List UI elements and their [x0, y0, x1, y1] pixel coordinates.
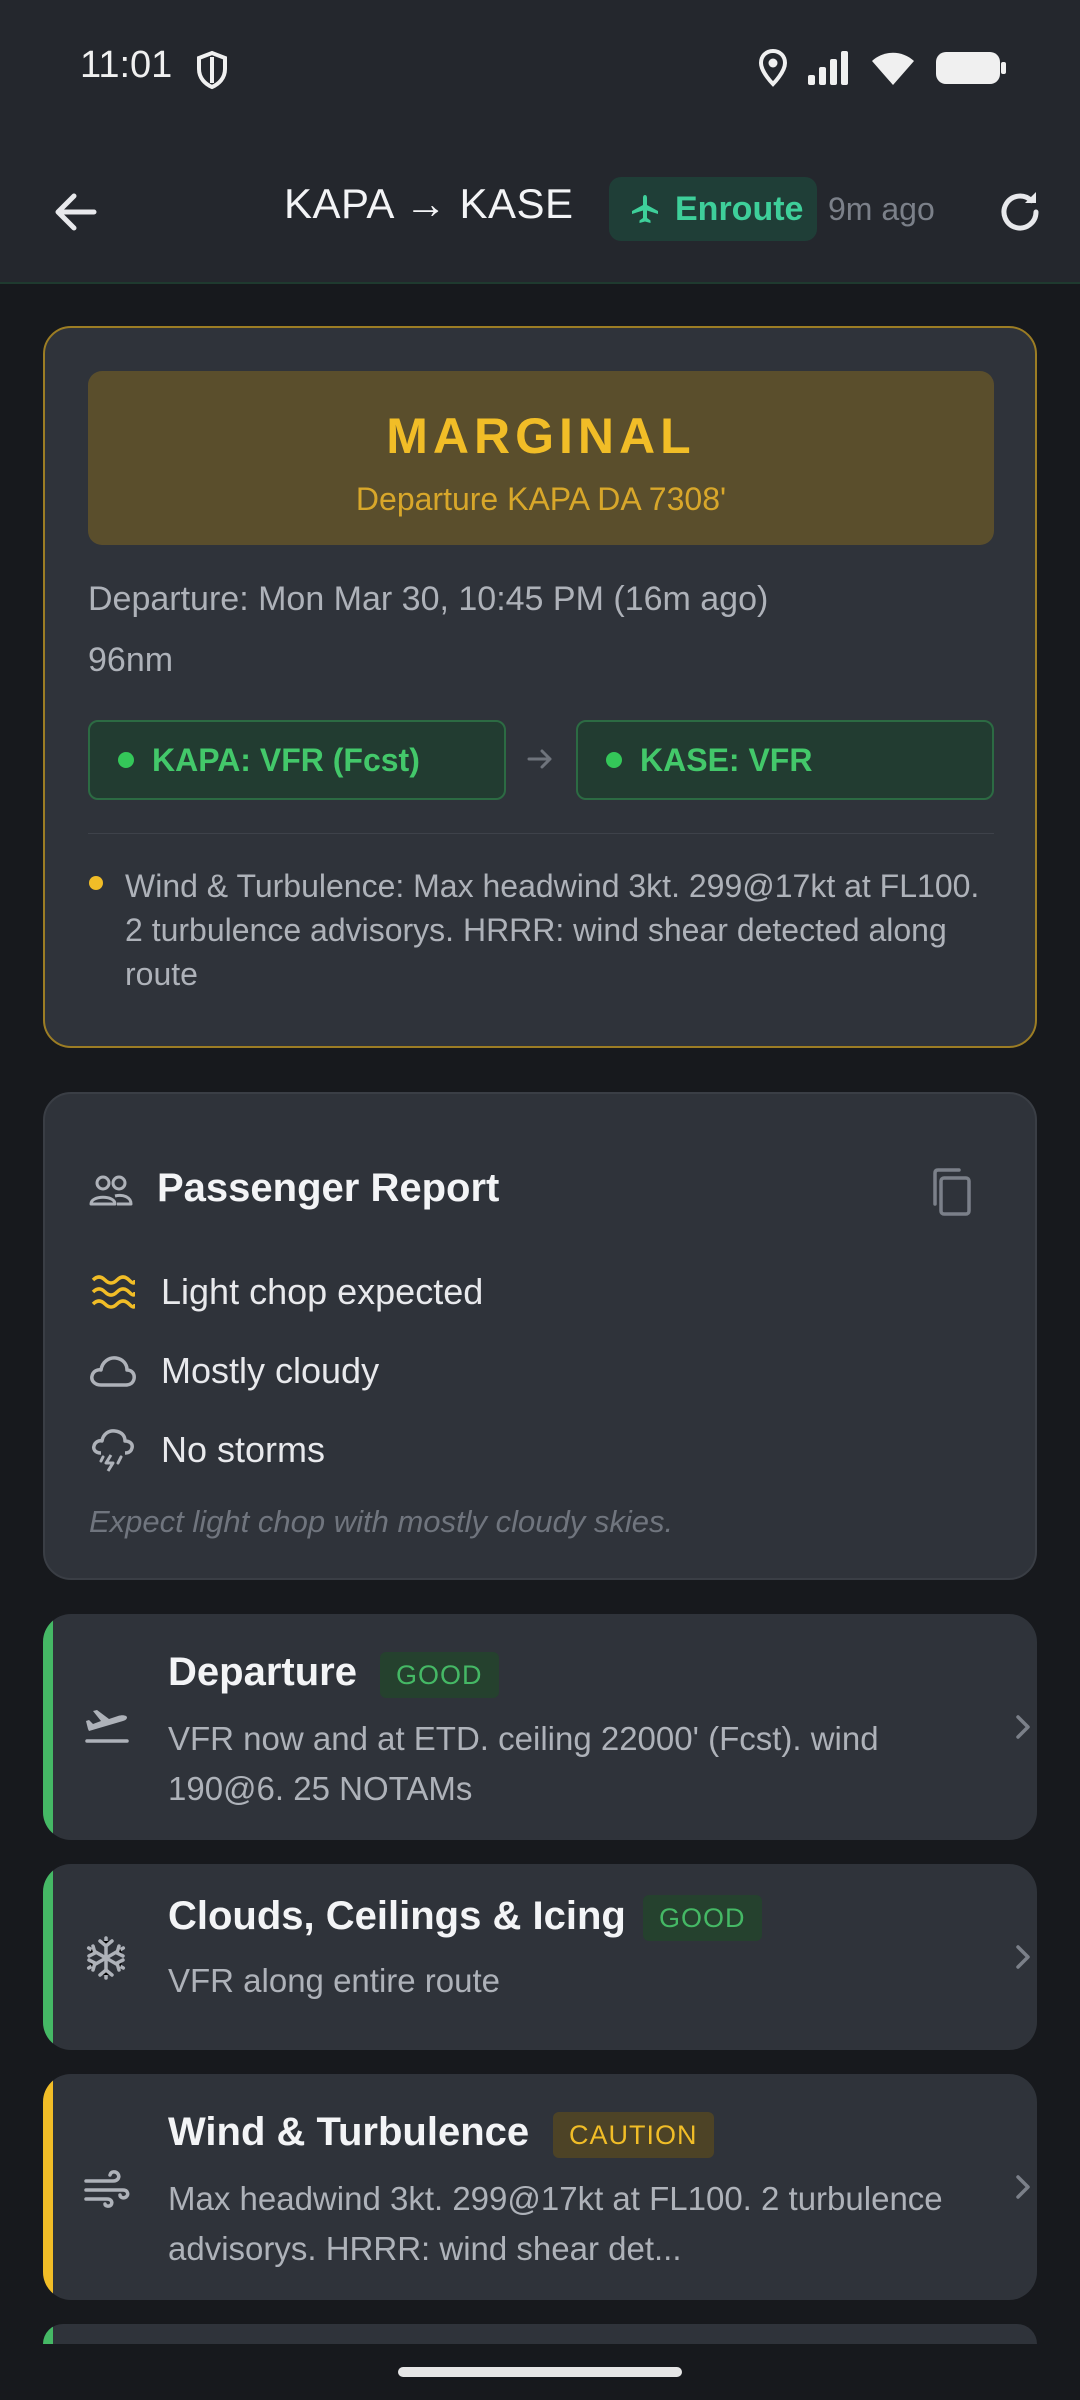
- wind-icon: [84, 2170, 130, 2208]
- rating-label: MARGINAL: [386, 408, 696, 464]
- app-header: KAPA → KASE Enroute 9m ago: [0, 140, 1080, 284]
- section-description: Max headwind 3kt. 299@17kt at FL100. 2 t…: [168, 2180, 943, 2267]
- cloud-icon: [90, 1356, 136, 1387]
- copy-icon[interactable]: [927, 1166, 975, 1218]
- home-indicator[interactable]: [398, 2367, 682, 2377]
- status-dot: [118, 752, 134, 768]
- flight-status-badge: Enroute: [609, 177, 817, 241]
- location-icon: [758, 48, 788, 87]
- status-badge: GOOD: [380, 1652, 499, 1698]
- takeoff-icon: [85, 1710, 129, 1743]
- passenger-report-item: Light chop expected: [89, 1268, 483, 1316]
- chevron-right-icon: [1016, 1945, 1030, 1969]
- back-arrow-icon[interactable]: [48, 184, 104, 240]
- section-title: Clouds, Ceilings & Icing: [168, 1894, 626, 1938]
- shield-icon: [197, 50, 227, 90]
- passenger-report-card: Passenger Report Light chop expected Mos…: [43, 1092, 1037, 1580]
- passenger-report-title: Passenger Report: [157, 1166, 500, 1210]
- section-wind-turbulence[interactable]: Wind & Turbulence CAUTION Max headwind 3…: [43, 2074, 1037, 2300]
- section-card-peek[interactable]: [43, 2324, 1037, 2344]
- passenger-report-item: Mostly cloudy: [89, 1347, 379, 1395]
- passenger-report-item: No storms: [89, 1426, 325, 1474]
- section-description: VFR along entire route: [168, 1962, 501, 1999]
- people-icon: [89, 1175, 133, 1206]
- section-clouds-ceilings-icing[interactable]: Clouds, Ceilings & Icing GOOD VFR along …: [43, 1864, 1037, 2050]
- snowflake-icon: [86, 1936, 126, 1980]
- status-badge: CAUTION: [553, 2112, 714, 2158]
- departure-category-label: KAPA: VFR (Fcst): [152, 741, 420, 778]
- arrival-category-pill: KASE: VFR: [576, 720, 994, 800]
- rating-detail: Departure KAPA DA 7308': [355, 481, 727, 517]
- departure-category-pill: KAPA: VFR (Fcst): [88, 720, 506, 800]
- airplane-icon: [632, 195, 658, 223]
- storm-icon: [92, 1429, 134, 1472]
- route-title: KAPA → KASE: [284, 180, 574, 227]
- section-description: VFR now and at ETD. ceiling 22000' (Fcst…: [168, 1720, 879, 1807]
- status-dot: [606, 752, 622, 768]
- departure-time: Departure: Mon Mar 30, 10:45 PM (16m ago…: [88, 580, 769, 618]
- refresh-icon[interactable]: [992, 184, 1048, 240]
- chevron-right-icon: [1016, 2175, 1030, 2199]
- section-title: Wind & Turbulence: [168, 2110, 530, 2154]
- alert-text: Wind & Turbulence: Max headwind 3kt. 299…: [125, 868, 980, 992]
- passenger-report-item-text: Light chop expected: [161, 1271, 484, 1312]
- status-bar-indicator: [43, 2324, 53, 2344]
- section-title: Departure: [168, 1650, 357, 1694]
- caution-dot: [89, 876, 103, 890]
- flight-status-label: Enroute: [675, 189, 804, 228]
- status-badge: GOOD: [643, 1895, 762, 1941]
- status-bar-indicator: [43, 2074, 53, 2300]
- battery-icon: [936, 52, 1006, 84]
- status-bar-indicator: [43, 1614, 53, 1840]
- divider: [88, 833, 994, 834]
- status-icons: [758, 48, 1008, 88]
- waves-icon: [91, 1275, 135, 1309]
- route-arrow-icon: [527, 749, 552, 769]
- status-time: 11:01: [80, 44, 173, 86]
- arrival-category-label: KASE: VFR: [640, 741, 813, 778]
- passenger-report-item-text: No storms: [161, 1429, 326, 1470]
- section-departure[interactable]: Departure GOOD VFR now and at ETD. ceili…: [43, 1614, 1037, 1840]
- status-bar-indicator: [43, 1864, 53, 2050]
- passenger-report-item-text: Mostly cloudy: [161, 1350, 380, 1391]
- status-bar: 11:01: [0, 0, 1080, 140]
- chevron-right-icon: [1016, 1715, 1030, 1739]
- route-distance: 96nm: [88, 641, 174, 679]
- weather-summary-card: MARGINAL Departure KAPA DA 7308' Departu…: [43, 326, 1037, 1048]
- signal-icon: [808, 51, 848, 85]
- rating-banner: MARGINAL Departure KAPA DA 7308': [88, 371, 994, 545]
- wifi-icon: [872, 52, 914, 85]
- updated-time: 9m ago: [828, 191, 935, 227]
- passenger-report-summary: Expect light chop with mostly cloudy ski…: [89, 1504, 674, 1539]
